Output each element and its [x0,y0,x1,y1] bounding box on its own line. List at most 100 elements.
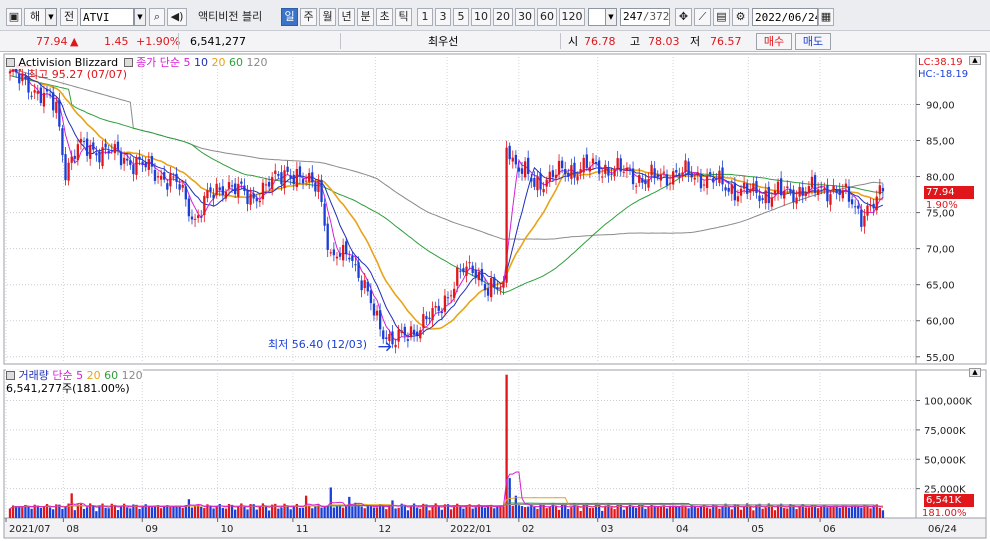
symbol-dropdown-icon[interactable]: ▼ [134,8,146,26]
candle-body [348,257,351,260]
volume-bar [696,507,700,518]
hc-label: HC:-18.19 [918,69,969,80]
candle-body [101,147,104,166]
interval-custom-input[interactable] [588,8,606,26]
volume-bar [153,505,157,518]
candle-body [622,171,625,173]
interval-button-60[interactable]: 60 [537,8,557,26]
chart-canvas[interactable]: 90,0085,0080,0075,0070,0065,0060,0055,00… [0,52,990,541]
period-button-week[interactable]: 주 [300,8,317,26]
search-icon[interactable]: ⌕ [149,8,165,26]
interval-button-5[interactable]: 5 [453,8,469,26]
period-button-tick[interactable]: 틱 [395,8,412,26]
price-tick-label: 90,00 [926,100,955,111]
candle-body [807,186,811,192]
volume-bar [807,507,811,518]
candle-body [311,172,314,183]
candle-body [779,178,783,196]
volume-bar [388,505,391,518]
candle-body [493,277,496,288]
date-label: 2021/07 [9,524,51,535]
price-panel-icon[interactable] [6,58,15,67]
panel-collapse-icon-top[interactable]: ▲ [969,56,981,65]
candle-body [360,280,363,291]
previous-symbol-button[interactable]: 전 [60,8,78,26]
volume-bar [770,505,774,518]
candle-body [11,69,15,72]
volume-bar [764,507,767,518]
volume-bar [73,510,76,518]
data-count-display[interactable]: 247/372 [620,8,670,26]
vma120-legend: 120 [121,369,143,382]
symbol-input[interactable] [80,8,134,26]
interval-button-10[interactable]: 10 [471,8,491,26]
draw-line-icon[interactable]: ⟋ [694,8,711,26]
candle-body [135,157,138,175]
candle-body [419,330,422,339]
candle-body [332,249,336,256]
candle-body [641,178,644,183]
volume-bar [27,506,30,518]
market-selector-button[interactable]: 해 [24,8,46,26]
volume-bar [659,506,662,518]
candle-body [634,185,638,187]
panel-collapse-icon[interactable]: ▲ [969,368,981,377]
interval-dropdown-icon[interactable]: ▼ [605,8,617,26]
volume-bar [369,504,373,518]
divider [178,33,179,49]
interval-button-20[interactable]: 20 [493,8,513,26]
interval-button-3[interactable]: 3 [435,8,451,26]
sound-icon[interactable]: ◀) [167,8,187,26]
volume-bar [193,505,197,518]
interval-button-120[interactable]: 120 [559,8,585,26]
stock-chart[interactable]: 90,00 85,00 80,00 75,00 70,00 65,00 60,00 55,00… [0,52,990,541]
settings-gear-icon[interactable]: ⚙ [732,8,749,26]
interval-button-1[interactable]: 1 [417,8,433,26]
candle-body [746,183,749,194]
volume-bar [42,506,46,518]
candle-body [271,177,274,190]
period-button-day[interactable]: 일 [281,8,298,26]
volume-bar [178,505,181,518]
candle-body [588,167,592,172]
save-icon[interactable]: ▤ [713,8,730,26]
period-button-second[interactable]: 초 [376,8,393,26]
period-button-month[interactable]: 월 [319,8,336,26]
candle-body [702,184,706,186]
chart-menu-icon[interactable]: ▣ [6,8,22,26]
date-input[interactable] [752,8,818,26]
price-panel-icon-2[interactable] [123,58,133,67]
candle-body [132,164,135,175]
best-quote-label: 최우선 [428,35,459,48]
current-volume-tag: 6,541K [924,494,974,507]
volume-bar [536,508,539,518]
volume-bar [829,506,832,518]
volume-bar [126,507,129,518]
period-button-year[interactable]: 년 [338,8,355,26]
candle-body [551,170,555,178]
price-plot-frame [3,53,917,365]
calendar-icon[interactable]: ▦ [818,8,834,26]
volume-bar [483,507,487,518]
candle-body [678,173,681,177]
interval-button-30[interactable]: 30 [515,8,535,26]
high-marker-label: 최고 95.27 (07/07) [28,68,128,81]
candle-body [638,175,641,183]
current-price: 77.94 [36,35,68,48]
volume-bar [527,506,530,518]
candle-body [382,330,385,340]
sell-button[interactable]: 매도 [795,33,831,50]
volume-bar [641,504,644,518]
candle-body [801,187,804,196]
market-dropdown-icon[interactable]: ▼ [45,8,57,26]
period-button-minute[interactable]: 분 [357,8,374,26]
crosshair-icon[interactable]: ✥ [675,8,692,26]
candle-body [169,174,172,187]
candle-body [730,184,733,194]
ma60-legend: 60 [229,56,244,69]
candle-body [557,160,561,175]
volume-plot-frame [3,369,917,519]
buy-button[interactable]: 매수 [756,33,792,50]
volume-panel-icon[interactable] [6,371,15,380]
volume-bar [462,508,465,518]
